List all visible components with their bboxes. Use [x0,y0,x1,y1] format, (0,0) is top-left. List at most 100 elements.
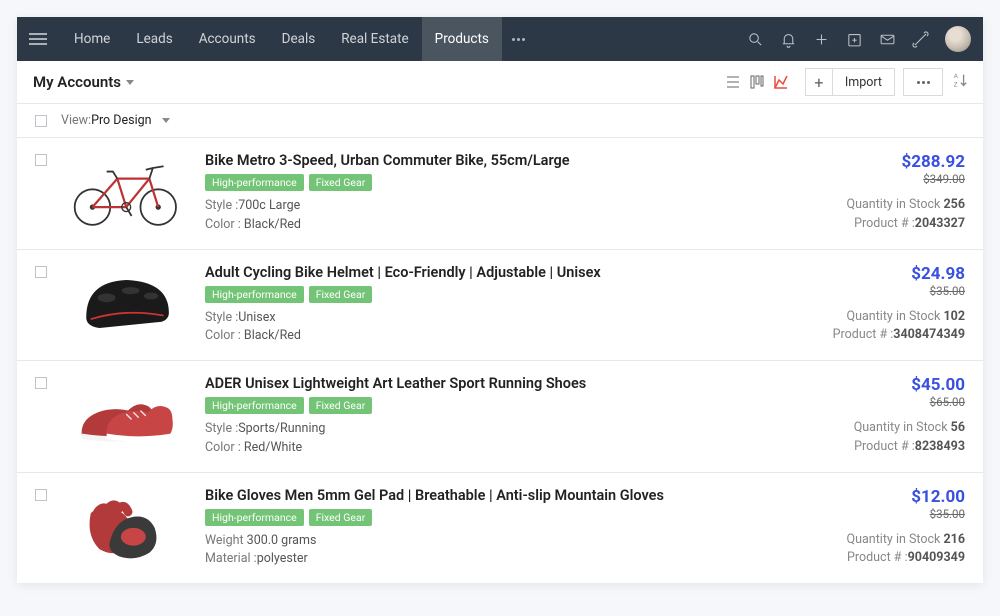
chevron-down-icon[interactable] [162,118,170,123]
view-filter-row: View: Pro Design [17,104,983,138]
product-title[interactable]: Bike Metro 3-Speed, Urban Commuter Bike,… [205,152,795,169]
nav-deals[interactable]: Deals [269,17,329,61]
chevron-down-icon [126,80,134,85]
product-title[interactable]: ADER Unisex Lightweight Art Leather Spor… [205,375,795,392]
nav-leads[interactable]: Leads [123,17,185,61]
product-info: Adult Cycling Bike Helmet | Eco-Friendly… [205,264,795,347]
tag: Fixed Gear [309,174,373,191]
nav-more-icon[interactable] [502,17,535,61]
product-stock: Quantity in Stock 216 [795,531,965,550]
product-thumbnail [61,487,191,567]
product-price: $45.00 [795,375,965,395]
nav-home[interactable]: Home [61,17,123,61]
product-thumbnail [61,375,191,455]
tag: High-performance [205,509,304,526]
product-tags: High-performance Fixed Gear [205,397,795,414]
svg-text:A: A [954,72,959,80]
sort-icon[interactable]: AZ [951,71,969,93]
product-info: ADER Unisex Lightweight Art Leather Spor… [205,375,795,458]
helmet-icon [64,264,188,344]
product-info: Bike Gloves Men 5mm Gel Pad | Breathable… [205,487,795,570]
row-checkbox[interactable] [35,489,47,501]
product-number: Product # :8238493 [795,438,965,457]
tag: High-performance [205,397,304,414]
product-old-price: $35.00 [795,507,965,521]
product-pricing: $24.98 $35.00 Quantity in Stock 102 Prod… [795,264,965,347]
select-all-checkbox[interactable] [35,115,47,127]
tag: Fixed Gear [309,397,373,414]
product-attr: Material :polyester [205,550,795,569]
product-attr: Style :Unisex [205,309,795,328]
product-old-price: $65.00 [795,395,965,409]
menu-icon[interactable] [29,30,47,48]
import-button[interactable]: Import [833,68,895,96]
product-old-price: $349.00 [795,172,965,186]
nav-accounts[interactable]: Accounts [186,17,269,61]
product-price: $24.98 [795,264,965,284]
tools-icon[interactable] [912,31,929,48]
list-view-icon[interactable] [725,74,741,90]
tag: Fixed Gear [309,286,373,303]
row-checkbox[interactable] [35,154,47,166]
product-attr: Color : Black/Red [205,327,795,346]
product-tags: High-performance Fixed Gear [205,509,795,526]
view-value[interactable]: Pro Design [91,113,151,128]
more-actions-button[interactable] [903,68,943,96]
product-pricing: $288.92 $349.00 Quantity in Stock 256 Pr… [795,152,965,235]
product-attr: Color : Red/White [205,439,795,458]
page-title-dropdown[interactable]: My Accounts [33,73,134,91]
row-checkbox[interactable] [35,266,47,278]
add-button[interactable]: + [805,68,833,96]
row-checkbox[interactable] [35,377,47,389]
product-price: $12.00 [795,487,965,507]
product-row: Bike Metro 3-Speed, Urban Commuter Bike,… [17,138,983,250]
product-number: Product # :3408474349 [795,326,965,345]
tag: Fixed Gear [309,509,373,526]
product-title[interactable]: Adult Cycling Bike Helmet | Eco-Friendly… [205,264,795,281]
product-thumbnail [61,264,191,344]
bell-icon[interactable] [780,31,797,48]
shoes-icon [64,375,188,455]
product-tags: High-performance Fixed Gear [205,174,795,191]
product-row: Adult Cycling Bike Helmet | Eco-Friendly… [17,250,983,362]
product-old-price: $35.00 [795,284,965,298]
topbar: Home Leads Accounts Deals Real Estate Pr… [17,17,983,61]
product-number: Product # :2043327 [795,215,965,234]
product-price: $288.92 [795,152,965,172]
bike-icon [64,152,188,232]
product-attr: Style :Sports/Running [205,420,795,439]
svg-text:Z: Z [954,80,958,88]
nav: Home Leads Accounts Deals Real Estate Pr… [61,17,535,61]
product-list: Bike Metro 3-Speed, Urban Commuter Bike,… [17,138,983,583]
app-frame: Home Leads Accounts Deals Real Estate Pr… [17,17,983,583]
kanban-view-icon[interactable] [749,74,765,90]
product-tags: High-performance Fixed Gear [205,286,795,303]
product-thumbnail [61,152,191,232]
mail-icon[interactable] [879,31,896,48]
subheader: My Accounts + Import AZ [17,61,983,104]
product-stock: Quantity in Stock 256 [795,196,965,215]
product-pricing: $45.00 $65.00 Quantity in Stock 56 Produ… [795,375,965,458]
tag: High-performance [205,286,304,303]
product-title[interactable]: Bike Gloves Men 5mm Gel Pad | Breathable… [205,487,795,504]
plus-icon[interactable] [813,31,830,48]
nav-real-estate[interactable]: Real Estate [328,17,421,61]
nav-products[interactable]: Products [422,17,502,61]
product-number: Product # :90409349 [795,549,965,568]
avatar[interactable] [945,26,971,52]
product-row: Bike Gloves Men 5mm Gel Pad | Breathable… [17,473,983,584]
product-row: ADER Unisex Lightweight Art Leather Spor… [17,361,983,473]
topbar-actions [747,26,971,52]
page-title: My Accounts [33,73,121,91]
view-switcher [725,74,789,90]
product-attr: Weight 300.0 grams [205,532,795,551]
view-label: View: [61,113,91,128]
gloves-icon [64,487,188,567]
subheader-actions: + Import AZ [725,68,969,96]
search-icon[interactable] [747,31,764,48]
product-stock: Quantity in Stock 56 [795,419,965,438]
product-attr: Color : Black/Red [205,216,795,235]
canvas-view-icon[interactable] [773,74,789,90]
calendar-icon[interactable] [846,31,863,48]
tag: High-performance [205,174,304,191]
